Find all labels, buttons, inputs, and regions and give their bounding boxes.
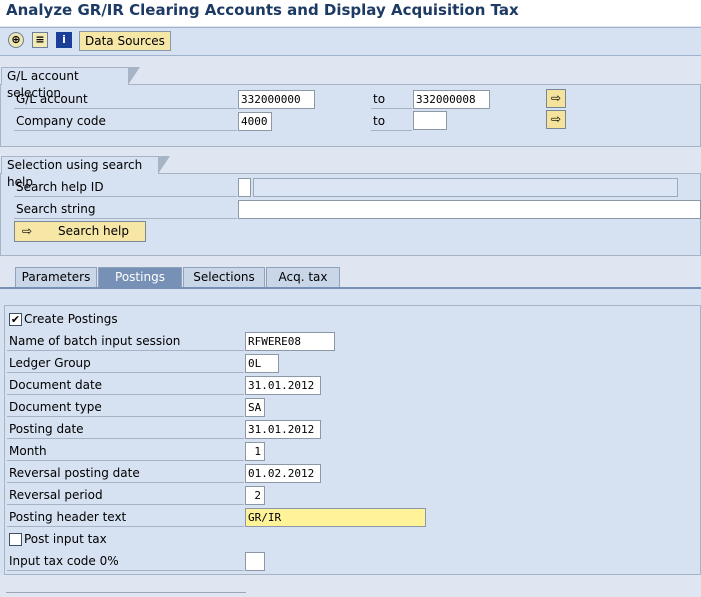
company-code-multiple-selection-button[interactable]: ⇨: [546, 110, 566, 129]
gl-selection-frame-title: G/L account selection: [1, 67, 140, 100]
field-underline: [7, 570, 244, 571]
field-underline: [7, 504, 244, 505]
input-tax-code-input[interactable]: [245, 552, 265, 571]
variant-icon[interactable]: ≡: [32, 32, 48, 48]
posting-header-text-input[interactable]: GR/IR: [245, 508, 426, 527]
posting-date-input[interactable]: 31.01.2012: [245, 420, 321, 439]
batch-session-input[interactable]: RFWERE08: [245, 332, 335, 351]
application-toolbar: ⊕ ≡ i Data Sources: [0, 27, 701, 56]
search-help-id-label: Search help ID: [16, 180, 104, 194]
field-underline: [7, 438, 244, 439]
posting-date-label: Posting date: [9, 422, 84, 436]
post-input-tax-label: Post input tax: [24, 532, 107, 546]
search-help-frame-title: Selection using search help: [1, 156, 170, 189]
gl-account-from-input[interactable]: 332000000: [238, 90, 315, 109]
search-help-id-description: [253, 178, 678, 197]
search-help-id-input[interactable]: [238, 178, 251, 197]
company-code-to-label: to: [373, 114, 386, 128]
field-underline: [7, 460, 244, 461]
reversal-period-label: Reversal period: [9, 488, 103, 502]
search-string-label: Search string: [16, 202, 96, 216]
company-code-from-input[interactable]: 4000: [238, 112, 272, 131]
arrow-right-icon: ⇨: [550, 91, 562, 105]
month-label: Month: [9, 444, 47, 458]
company-code-underline: [14, 130, 237, 131]
search-help-id-underline: [14, 196, 237, 197]
document-type-label: Document type: [9, 400, 102, 414]
document-date-input[interactable]: 31.01.2012: [245, 376, 321, 395]
document-date-label: Document date: [9, 378, 103, 392]
document-type-input[interactable]: SA: [245, 398, 265, 417]
gl-account-to-label: to: [373, 92, 386, 106]
arrow-right-icon: ⇨: [550, 112, 562, 126]
reversal-posting-date-input[interactable]: 01.02.2012: [245, 464, 321, 483]
gl-account-underline: [14, 108, 237, 109]
search-string-underline: [14, 218, 237, 219]
search-string-input[interactable]: [238, 200, 701, 219]
execute-icon[interactable]: ⊕: [8, 32, 24, 48]
field-underline: [7, 372, 244, 373]
field-underline: [7, 416, 244, 417]
gl-account-label: G/L account: [16, 92, 88, 106]
title-bar: Analyze GR/IR Clearing Accounts and Disp…: [0, 0, 701, 26]
reversal-posting-date-label: Reversal posting date: [9, 466, 140, 480]
tab-parameters[interactable]: Parameters: [15, 267, 97, 287]
tab-postings[interactable]: Postings: [98, 267, 182, 287]
arrow-right-icon: ⇨: [22, 224, 33, 238]
create-postings-label: Create Postings: [24, 312, 118, 326]
field-underline: [7, 394, 244, 395]
field-underline: [7, 350, 244, 351]
month-input[interactable]: 1: [245, 442, 265, 461]
field-underline: [7, 482, 244, 483]
input-tax-code-label: Input tax code 0%: [9, 554, 119, 568]
data-sources-button[interactable]: Data Sources: [79, 31, 171, 51]
search-help-button[interactable]: ⇨ Search help: [14, 221, 146, 242]
company-code-to-input[interactable]: [413, 111, 447, 130]
footer-divider: [6, 592, 246, 593]
tab-acq-tax[interactable]: Acq. tax: [266, 267, 340, 287]
company-code-label: Company code: [16, 114, 106, 128]
field-underline: [7, 526, 244, 527]
create-postings-checkbox[interactable]: ✔: [9, 313, 22, 326]
checkmark-icon: ✔: [10, 313, 21, 326]
search-help-button-label: Search help: [58, 224, 129, 238]
gl-account-to-underline: [371, 108, 412, 109]
batch-session-label: Name of batch input session: [9, 334, 181, 348]
window-title: Analyze GR/IR Clearing Accounts and Disp…: [6, 1, 519, 19]
reversal-period-input[interactable]: 2: [245, 486, 265, 505]
posting-header-text-label: Posting header text: [9, 510, 127, 524]
info-icon[interactable]: i: [56, 32, 72, 48]
post-input-tax-checkbox[interactable]: [9, 533, 22, 546]
gl-account-multiple-selection-button[interactable]: ⇨: [546, 89, 566, 108]
company-code-to-underline: [371, 130, 412, 131]
ledger-group-label: Ledger Group: [9, 356, 91, 370]
tab-selections[interactable]: Selections: [183, 267, 265, 287]
ledger-group-input[interactable]: 0L: [245, 354, 279, 373]
gl-account-to-input[interactable]: 332000008: [413, 90, 490, 109]
